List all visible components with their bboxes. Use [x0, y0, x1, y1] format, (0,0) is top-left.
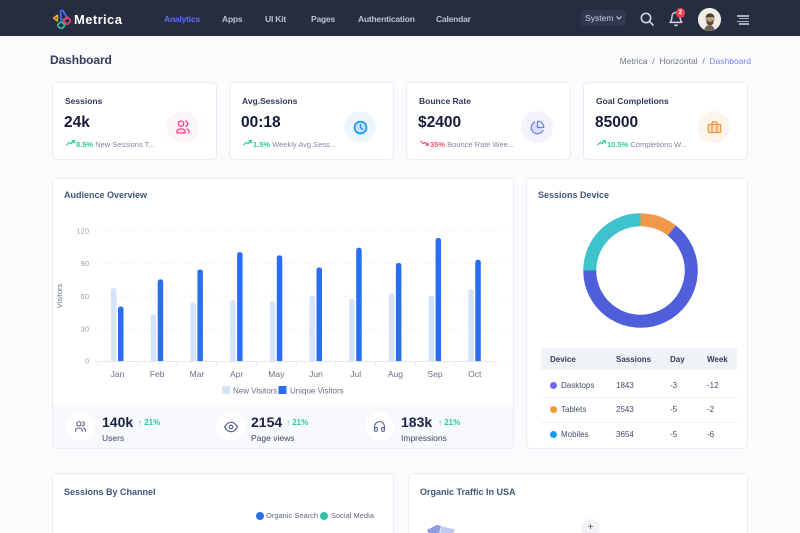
- svg-text:New Visitors: New Visitors: [233, 387, 277, 396]
- svg-text:May: May: [268, 369, 285, 379]
- svg-text:Jun: Jun: [309, 369, 323, 379]
- svg-text:0: 0: [85, 357, 89, 366]
- svg-text:Apr: Apr: [230, 369, 243, 379]
- svg-text:30: 30: [81, 324, 89, 333]
- svg-text:Jan: Jan: [111, 369, 125, 379]
- svg-text:Jul: Jul: [350, 369, 361, 379]
- svg-text:60: 60: [81, 292, 89, 301]
- svg-text:Sep: Sep: [428, 369, 443, 379]
- svg-text:Visitors: Visitors: [55, 284, 64, 309]
- svg-text:Feb: Feb: [150, 369, 165, 379]
- svg-text:120: 120: [76, 227, 89, 236]
- svg-text:Aug: Aug: [388, 369, 403, 379]
- svg-text:Unique Visitors: Unique Visitors: [290, 387, 344, 396]
- svg-text:90: 90: [81, 259, 89, 268]
- svg-text:Mar: Mar: [190, 369, 205, 379]
- svg-text:Oct: Oct: [468, 369, 482, 379]
